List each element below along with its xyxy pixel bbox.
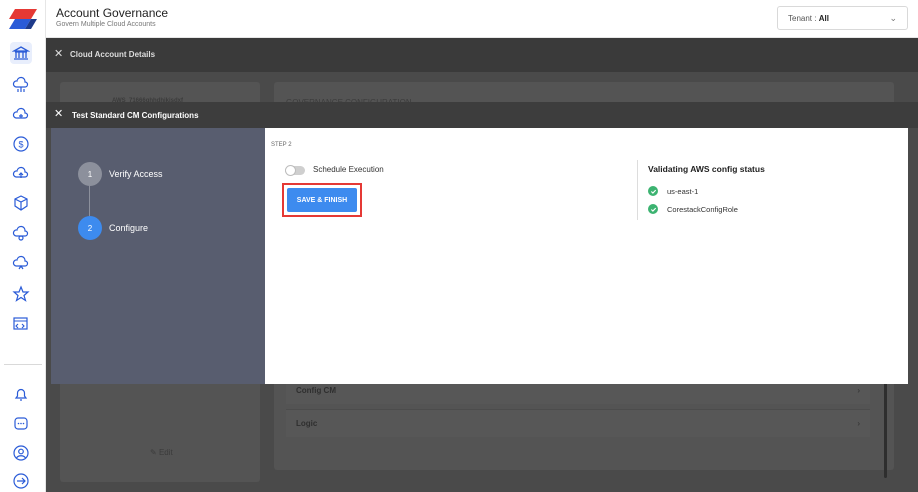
schedule-execution-label: Schedule Execution (313, 165, 384, 174)
bell-icon[interactable] (10, 383, 32, 405)
app-logo-icon[interactable] (9, 9, 37, 29)
step-indicator: STEP 2 (271, 142, 292, 148)
step-connector (89, 185, 90, 216)
nav-divider (4, 364, 42, 365)
chat-icon[interactable] (10, 413, 32, 435)
logic-row[interactable]: Logic › (286, 409, 870, 437)
panel-title: Cloud Account Details (70, 50, 156, 59)
step-2-number[interactable]: 2 (78, 216, 102, 240)
edit-link[interactable]: ✎ Edit (150, 448, 173, 457)
chevron-right-icon: › (857, 419, 860, 428)
step-1-number[interactable]: 1 (78, 162, 102, 186)
validation-label: CorestackConfigRole (667, 204, 738, 214)
logout-icon[interactable] (10, 470, 32, 492)
svg-text:$: $ (18, 140, 23, 150)
top-header: Account Governance Govern Multiple Cloud… (46, 0, 918, 38)
page-subtitle: Govern Multiple Cloud Accounts (56, 21, 156, 28)
toggle-knob (285, 165, 296, 176)
tenant-select-value: Tenant : All (788, 13, 829, 23)
validation-item: us-east-1 (648, 186, 698, 196)
row-label: Config CM (296, 386, 336, 395)
left-navigation: $ (0, 0, 46, 492)
chevron-right-icon: › (857, 386, 860, 395)
page-title: Account Governance (56, 6, 169, 20)
cloud-settings-icon[interactable] (10, 222, 32, 244)
validation-title: Validating AWS config status (648, 164, 765, 174)
chevron-down-icon: ⌄ (889, 12, 897, 23)
validation-item: CorestackConfigRole (648, 204, 738, 214)
close-icon[interactable]: ✕ (54, 107, 63, 120)
check-circle-icon (648, 186, 658, 196)
cube-icon[interactable] (10, 192, 32, 214)
star-icon[interactable] (10, 283, 32, 305)
row-label: Logic (296, 419, 318, 428)
save-finish-button[interactable]: SAVE & FINISH (287, 188, 357, 212)
check-circle-icon (648, 204, 658, 214)
modal-title: Test Standard CM Configurations (72, 111, 199, 120)
vertical-divider (637, 160, 638, 220)
schedule-execution-toggle[interactable] (285, 165, 305, 176)
cloud-sync-icon[interactable] (10, 103, 32, 125)
user-circle-icon[interactable] (10, 442, 32, 464)
code-window-icon[interactable] (10, 313, 32, 335)
configure-step-content: STEP 2 Schedule Execution SAVE & FINISH … (265, 128, 908, 384)
validation-label: us-east-1 (667, 186, 699, 196)
cloud-upload-icon[interactable] (10, 162, 32, 184)
cost-dollar-icon[interactable]: $ (10, 133, 32, 155)
step-1-label[interactable]: Verify Access (109, 169, 163, 179)
cloud-refresh-icon[interactable] (10, 252, 32, 274)
step-2-label[interactable]: Configure (109, 223, 148, 233)
cloud-account-details-header: ✕ Cloud Account Details (46, 38, 918, 72)
close-icon[interactable]: ✕ (54, 47, 63, 60)
tenant-select[interactable]: Tenant : All ⌄ (777, 6, 908, 30)
cloud-network-icon[interactable] (10, 74, 32, 96)
bank-icon[interactable] (10, 42, 32, 64)
modal-header: ✕ Test Standard CM Configurations (46, 102, 918, 128)
wizard-stepper: 1 Verify Access 2 Configure (51, 128, 265, 384)
